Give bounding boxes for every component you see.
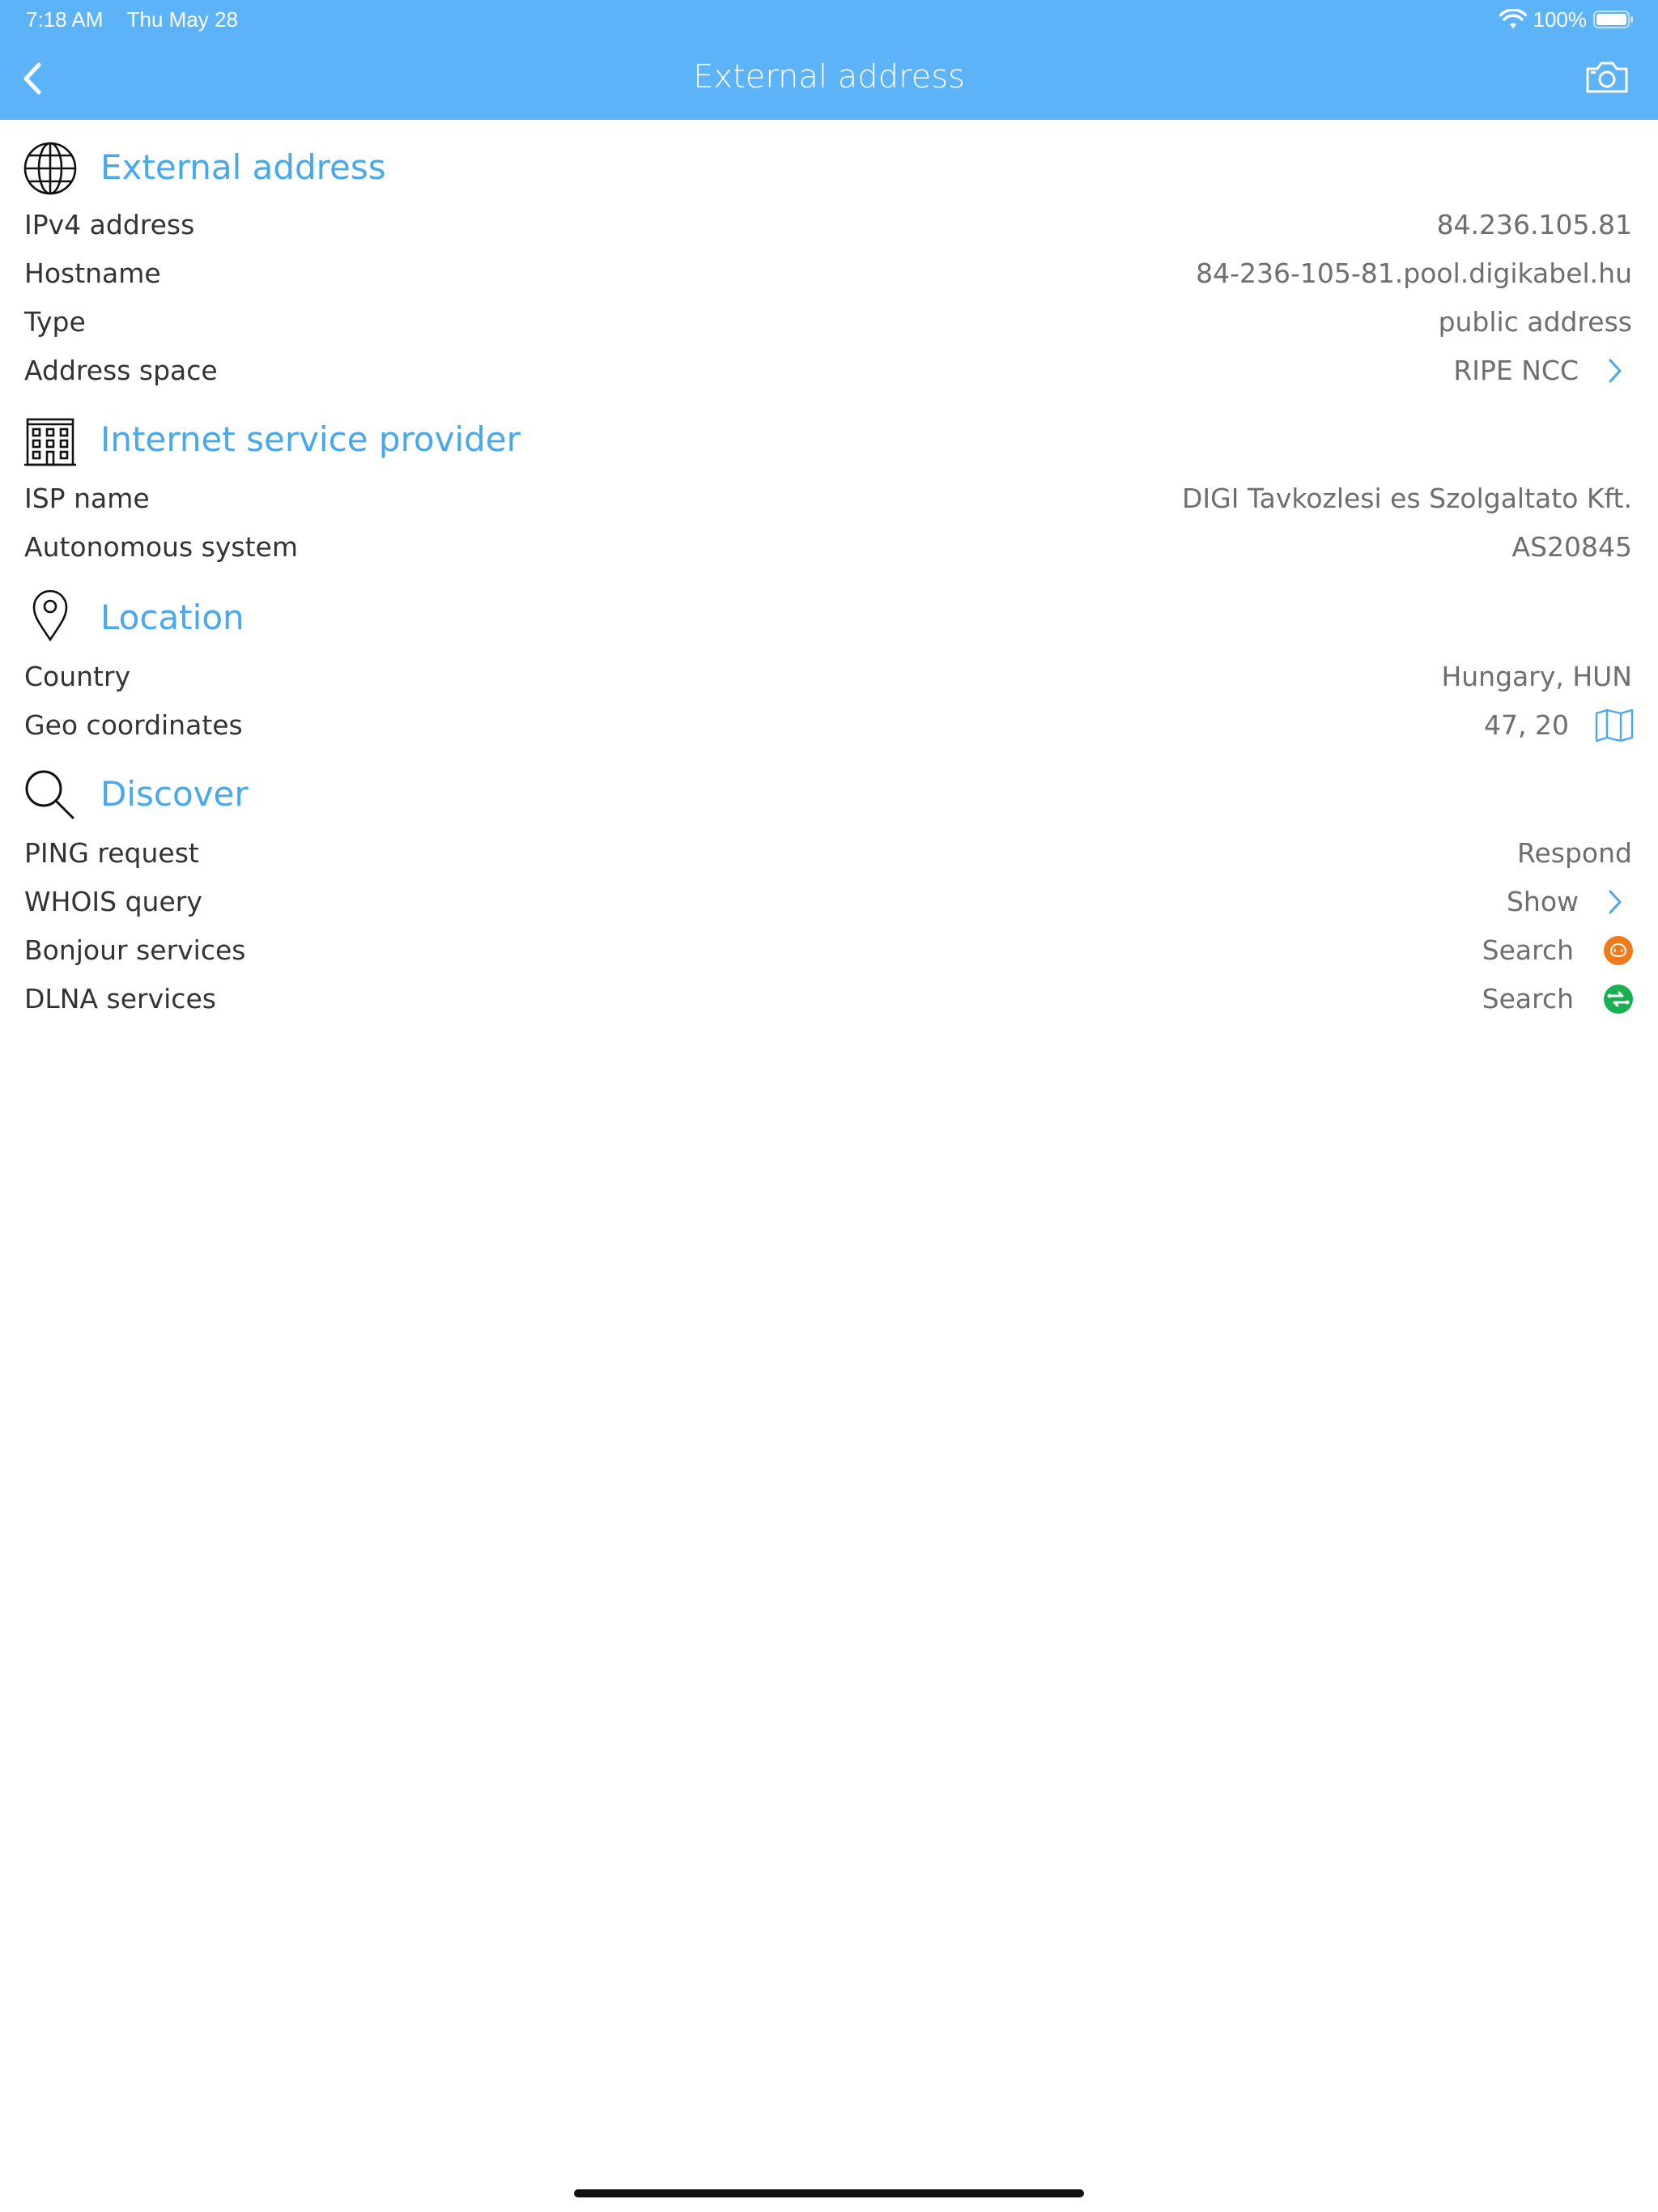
search-icon [25, 770, 74, 819]
row-dlna-services[interactable]: DLNA services Search [0, 975, 1658, 1023]
bonjour-icon[interactable] [1603, 935, 1634, 966]
status-date: Thu May 28 [126, 7, 238, 32]
row-value: RIPE NCC [1453, 347, 1634, 395]
map-icon[interactable] [1595, 708, 1634, 742]
section-header: External address [0, 120, 1658, 201]
navigation-bar: 7:18 AM Thu May 28 100% External address [0, 0, 1658, 120]
section-discover: Discover PING request Respond WHOIS quer… [0, 750, 1658, 1023]
row-value: Hungary, HUN [1441, 661, 1632, 692]
row-bonjour-services[interactable]: Bonjour services Search [0, 926, 1658, 975]
section-isp: Internet service provider ISP name DIGI … [0, 395, 1658, 572]
section-title-discover: Discover [100, 774, 249, 814]
bonjour-value: Search [1482, 934, 1574, 966]
address-space-value: RIPE NCC [1453, 355, 1579, 386]
row-label: ISP name [24, 483, 150, 514]
row-label: Geo coordinates [24, 709, 243, 741]
status-bar-right: 100% [1499, 5, 1635, 34]
row-label: Address space [24, 355, 218, 386]
section-header: Internet service provider [0, 395, 1658, 474]
row-value: 47, 20 [1484, 701, 1634, 750]
row-label: WHOIS query [24, 886, 202, 917]
row-label: Type [24, 306, 86, 338]
battery-icon [1593, 11, 1633, 28]
globe-icon [23, 142, 77, 195]
row-label: Bonjour services [24, 934, 246, 966]
section-title-location: Location [100, 598, 244, 637]
row-value: Search [1482, 975, 1634, 1023]
row-label: IPv4 address [24, 209, 195, 240]
row-address-space[interactable]: Address space RIPE NCC [0, 347, 1658, 395]
row-label: Hostname [24, 257, 161, 289]
dlna-icon[interactable] [1603, 984, 1634, 1015]
row-value: Search [1482, 926, 1634, 975]
row-label: PING request [24, 837, 199, 869]
row-value: Respond [1517, 837, 1632, 869]
row-value: 84.236.105.81 [1436, 209, 1632, 240]
section-title-isp: Internet service provider [100, 419, 521, 459]
row-value: AS20845 [1511, 531, 1633, 563]
whois-value: Show [1506, 886, 1579, 917]
chevron-right-icon[interactable] [1606, 357, 1624, 385]
section-header: Discover [0, 750, 1658, 829]
row-value: DIGI Tavkozlesi es Szolgaltato Kft. [1182, 483, 1632, 514]
chevron-right-icon[interactable] [1606, 888, 1624, 916]
page-title: External address [693, 58, 965, 96]
row-label: Autonomous system [24, 531, 298, 563]
wifi-icon [1499, 9, 1527, 28]
map-pin-icon [32, 589, 68, 641]
row-ipv4-address: IPv4 address 84.236.105.81 [0, 201, 1658, 249]
building-icon [24, 418, 76, 466]
row-value: Show [1507, 878, 1634, 926]
row-geo-coordinates[interactable]: Geo coordinates 47, 20 [0, 701, 1658, 750]
row-ping-request[interactable]: PING request Respond [0, 829, 1658, 878]
row-label: DLNA services [24, 983, 216, 1015]
dlna-value: Search [1482, 983, 1574, 1015]
section-title-external-address: External address [100, 147, 386, 187]
section-location: Location Country Hungary, HUN Geo coordi… [0, 572, 1658, 750]
row-hostname: Hostname 84-236-105-81.pool.digikabel.hu [0, 249, 1658, 298]
row-isp-name: ISP name DIGI Tavkozlesi es Szolgaltato … [0, 474, 1658, 523]
section-external-address: External address IPv4 address 84.236.105… [0, 120, 1658, 395]
content: External address IPv4 address 84.236.105… [0, 120, 1658, 1023]
row-country: Country Hungary, HUN [0, 653, 1658, 701]
row-value: 84-236-105-81.pool.digikabel.hu [1196, 257, 1632, 289]
row-value: public address [1438, 306, 1632, 338]
status-bar-left: 7:18 AM Thu May 28 [26, 5, 238, 34]
camera-icon[interactable] [1585, 60, 1629, 94]
row-type: Type public address [0, 298, 1658, 347]
home-indicator[interactable] [574, 2189, 1084, 2197]
geo-coordinates-value: 47, 20 [1484, 709, 1569, 741]
section-header: Location [0, 572, 1658, 653]
battery-percent: 100% [1533, 6, 1588, 32]
row-label: Country [24, 661, 131, 692]
row-whois-query[interactable]: WHOIS query Show [0, 878, 1658, 926]
row-autonomous-system: Autonomous system AS20845 [0, 523, 1658, 572]
status-time: 7:18 AM [26, 7, 104, 32]
